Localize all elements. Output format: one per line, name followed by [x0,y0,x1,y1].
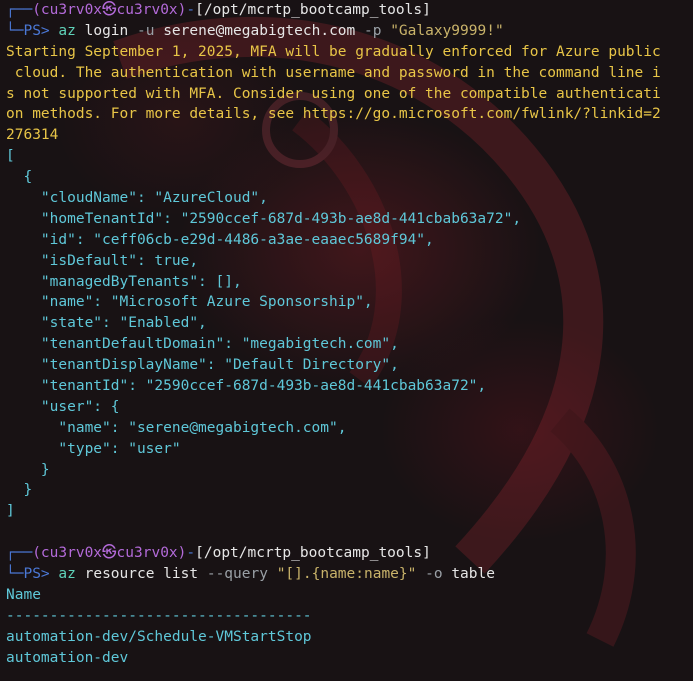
login-json-output: [ { "cloudName": "AzureCloud", "homeTena… [6,148,522,520]
ps-prompt: PS> [23,22,50,39]
user-host: (cu3rv0x㉿cu3rv0x) [32,545,187,562]
table-header: Name [6,586,41,603]
table-row: automation-dev/Schedule-VMStartStop [6,628,312,645]
command-name: az [58,566,76,583]
table-row: automation-dev [6,649,129,666]
command-line-2[interactable]: └─PS> az resource list --query "[].{name… [6,564,693,585]
command-name: az [58,22,76,39]
prompt-line-2: ┌──(cu3rv0x㉿cu3rv0x)-[/opt/mcrtp_bootcam… [6,545,431,562]
command-line-1[interactable]: └─PS> az login -u serene@megabigtech.com… [6,21,693,42]
current-path: [/opt/mcrtp_bootcamp_tools] [195,2,431,18]
current-path: [/opt/mcrtp_bootcamp_tools] [195,545,431,562]
mfa-warning: Starting September 1, 2025, MFA will be … [6,43,661,144]
terminal-window[interactable]: ┌──(cu3rv0x㉿cu3rv0x)-[/opt/mcrtp_bootcam… [0,0,693,681]
resource-table: Name -----------------------------------… [6,585,693,669]
user-host: (cu3rv0x㉿cu3rv0x) [32,2,187,18]
table-separator: ----------------------------------- [6,607,312,624]
prompt-line-1: ┌──(cu3rv0x㉿cu3rv0x)-[/opt/mcrtp_bootcam… [6,2,431,18]
ps-prompt: PS> [23,566,50,583]
terminal-output: ┌──(cu3rv0x㉿cu3rv0x)-[/opt/mcrtp_bootcam… [6,0,693,669]
